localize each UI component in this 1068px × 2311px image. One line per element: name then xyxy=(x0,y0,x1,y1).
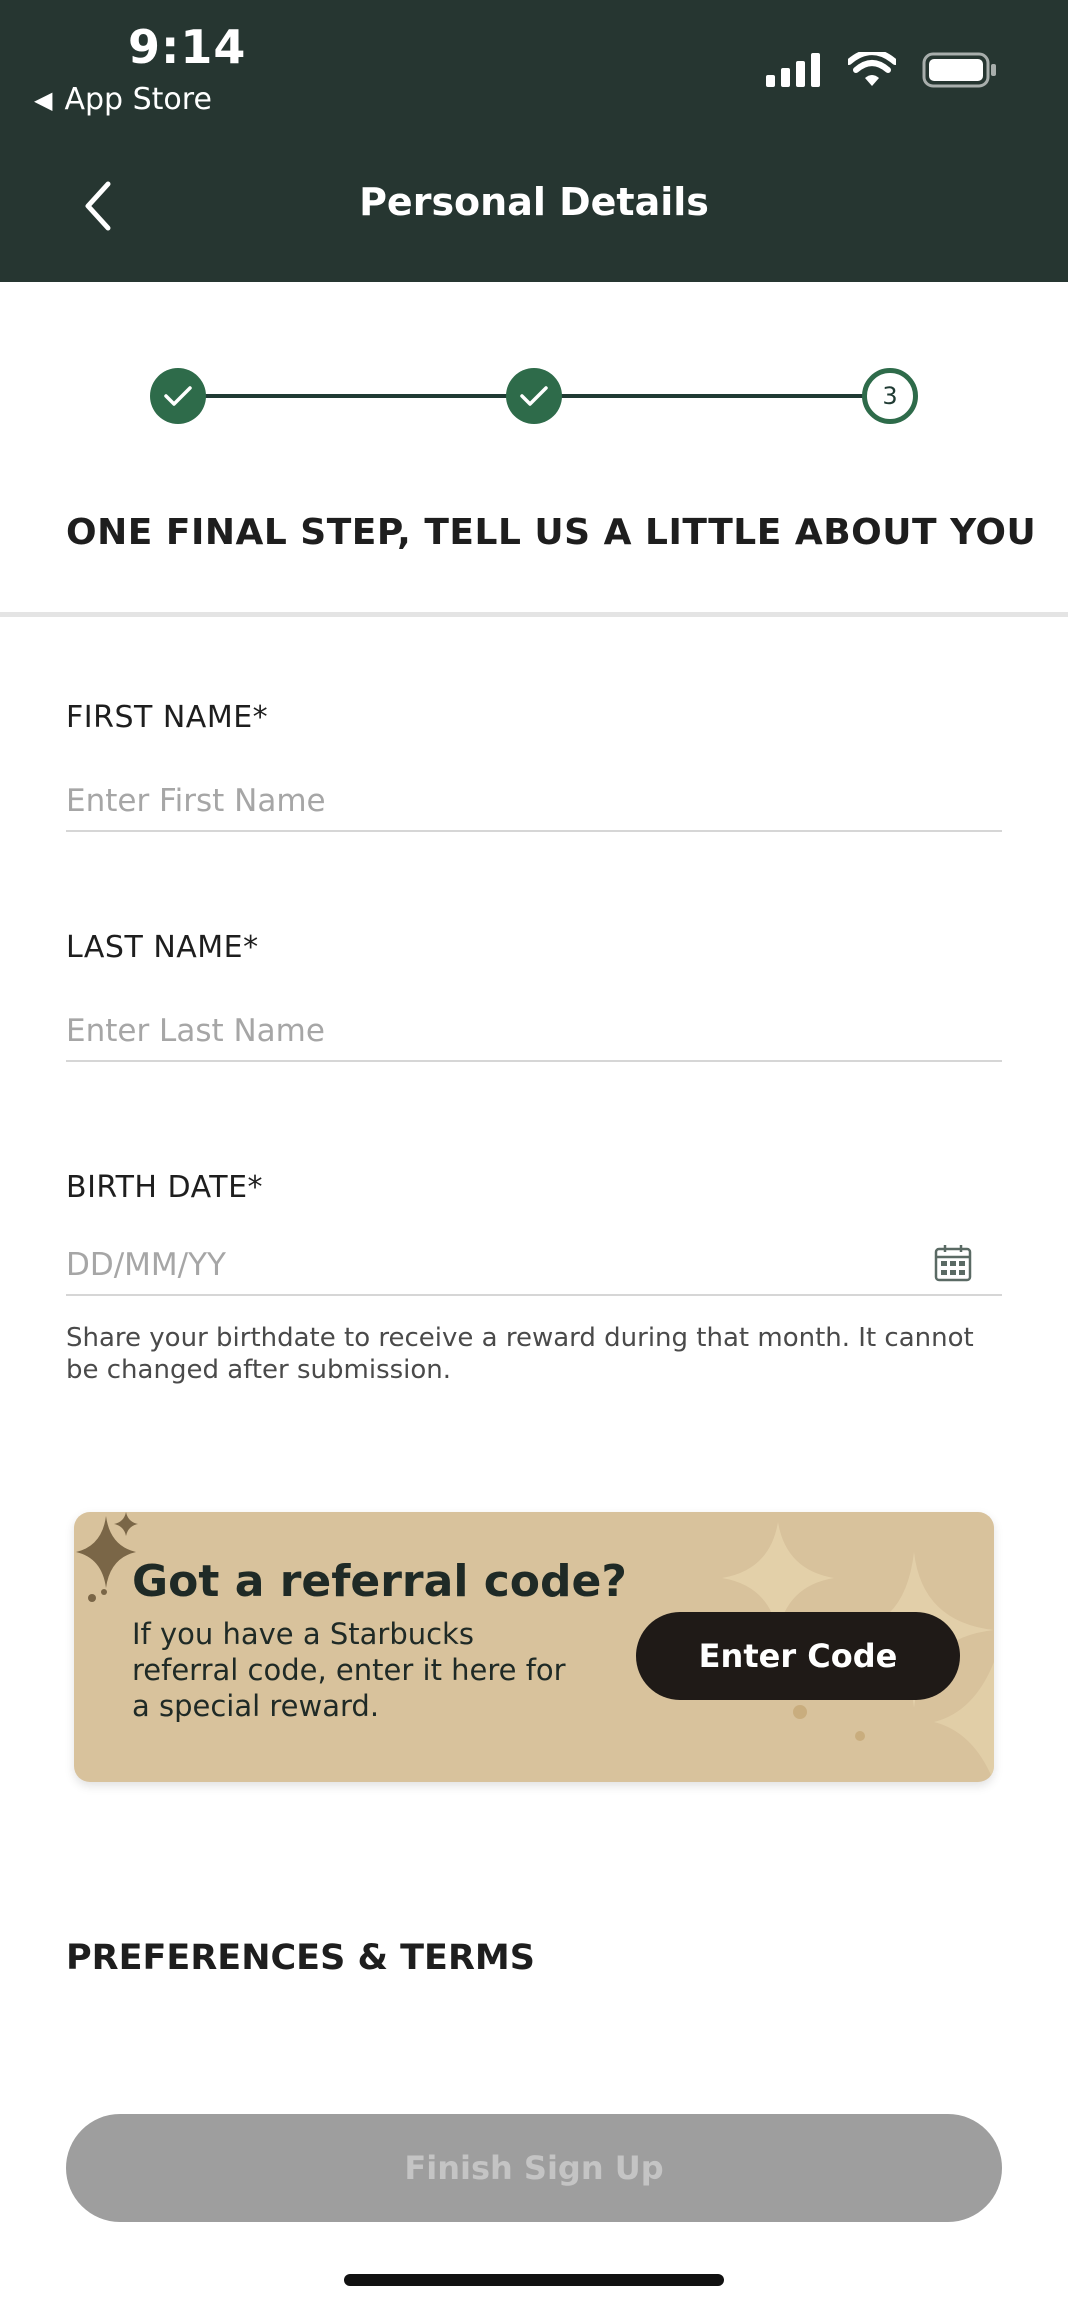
wifi-icon xyxy=(848,52,896,86)
birth-date-label: BIRTH DATE* xyxy=(66,1170,264,1205)
referral-title: Got a referral code? xyxy=(132,1556,627,1607)
calendar-icon[interactable] xyxy=(934,1244,972,1282)
birth-date-help: Share your birthdate to receive a reward… xyxy=(66,1323,974,1385)
step-3-current: 3 xyxy=(862,368,918,424)
referral-card: Got a referral code? If you have a Starb… xyxy=(74,1512,994,1782)
progress-stepper: 3 xyxy=(150,368,918,424)
home-indicator xyxy=(344,2274,724,2286)
stepper-line-2 xyxy=(534,394,890,398)
first-name-label: FIRST NAME* xyxy=(66,700,269,735)
stepper-line-1 xyxy=(178,394,534,398)
checkmark-icon xyxy=(164,386,192,406)
status-icons xyxy=(766,52,998,88)
battery-icon xyxy=(922,52,996,88)
status-time: 9:14 xyxy=(128,20,247,74)
back-app-label: App Store xyxy=(64,82,212,117)
step-1-complete xyxy=(150,368,206,424)
app-header: 9:14 ◀ App Store Personal Details xyxy=(0,0,1068,282)
first-name-input[interactable] xyxy=(66,772,1002,832)
section-divider xyxy=(0,612,1068,617)
last-name-label: LAST NAME* xyxy=(66,930,259,965)
birth-date-input[interactable] xyxy=(66,1236,1002,1296)
enter-code-button[interactable]: Enter Code xyxy=(636,1612,960,1700)
last-name-input[interactable] xyxy=(66,1002,1002,1062)
back-triangle-icon: ◀ xyxy=(34,85,53,114)
checkmark-icon xyxy=(520,386,548,406)
step-2-complete xyxy=(506,368,562,424)
cellular-signal-icon xyxy=(766,53,820,87)
page-title: Personal Details xyxy=(359,180,709,224)
finish-sign-up-button[interactable]: Finish Sign Up xyxy=(66,2114,1002,2222)
section-heading: ONE FINAL STEP, TELL US A LITTLE ABOUT Y… xyxy=(66,512,1037,553)
back-to-app-store[interactable]: ◀ App Store xyxy=(34,82,212,117)
referral-body: If you have a Starbucks referral code, e… xyxy=(132,1617,566,1723)
preferences-heading: PREFERENCES & TERMS xyxy=(66,1938,535,1978)
